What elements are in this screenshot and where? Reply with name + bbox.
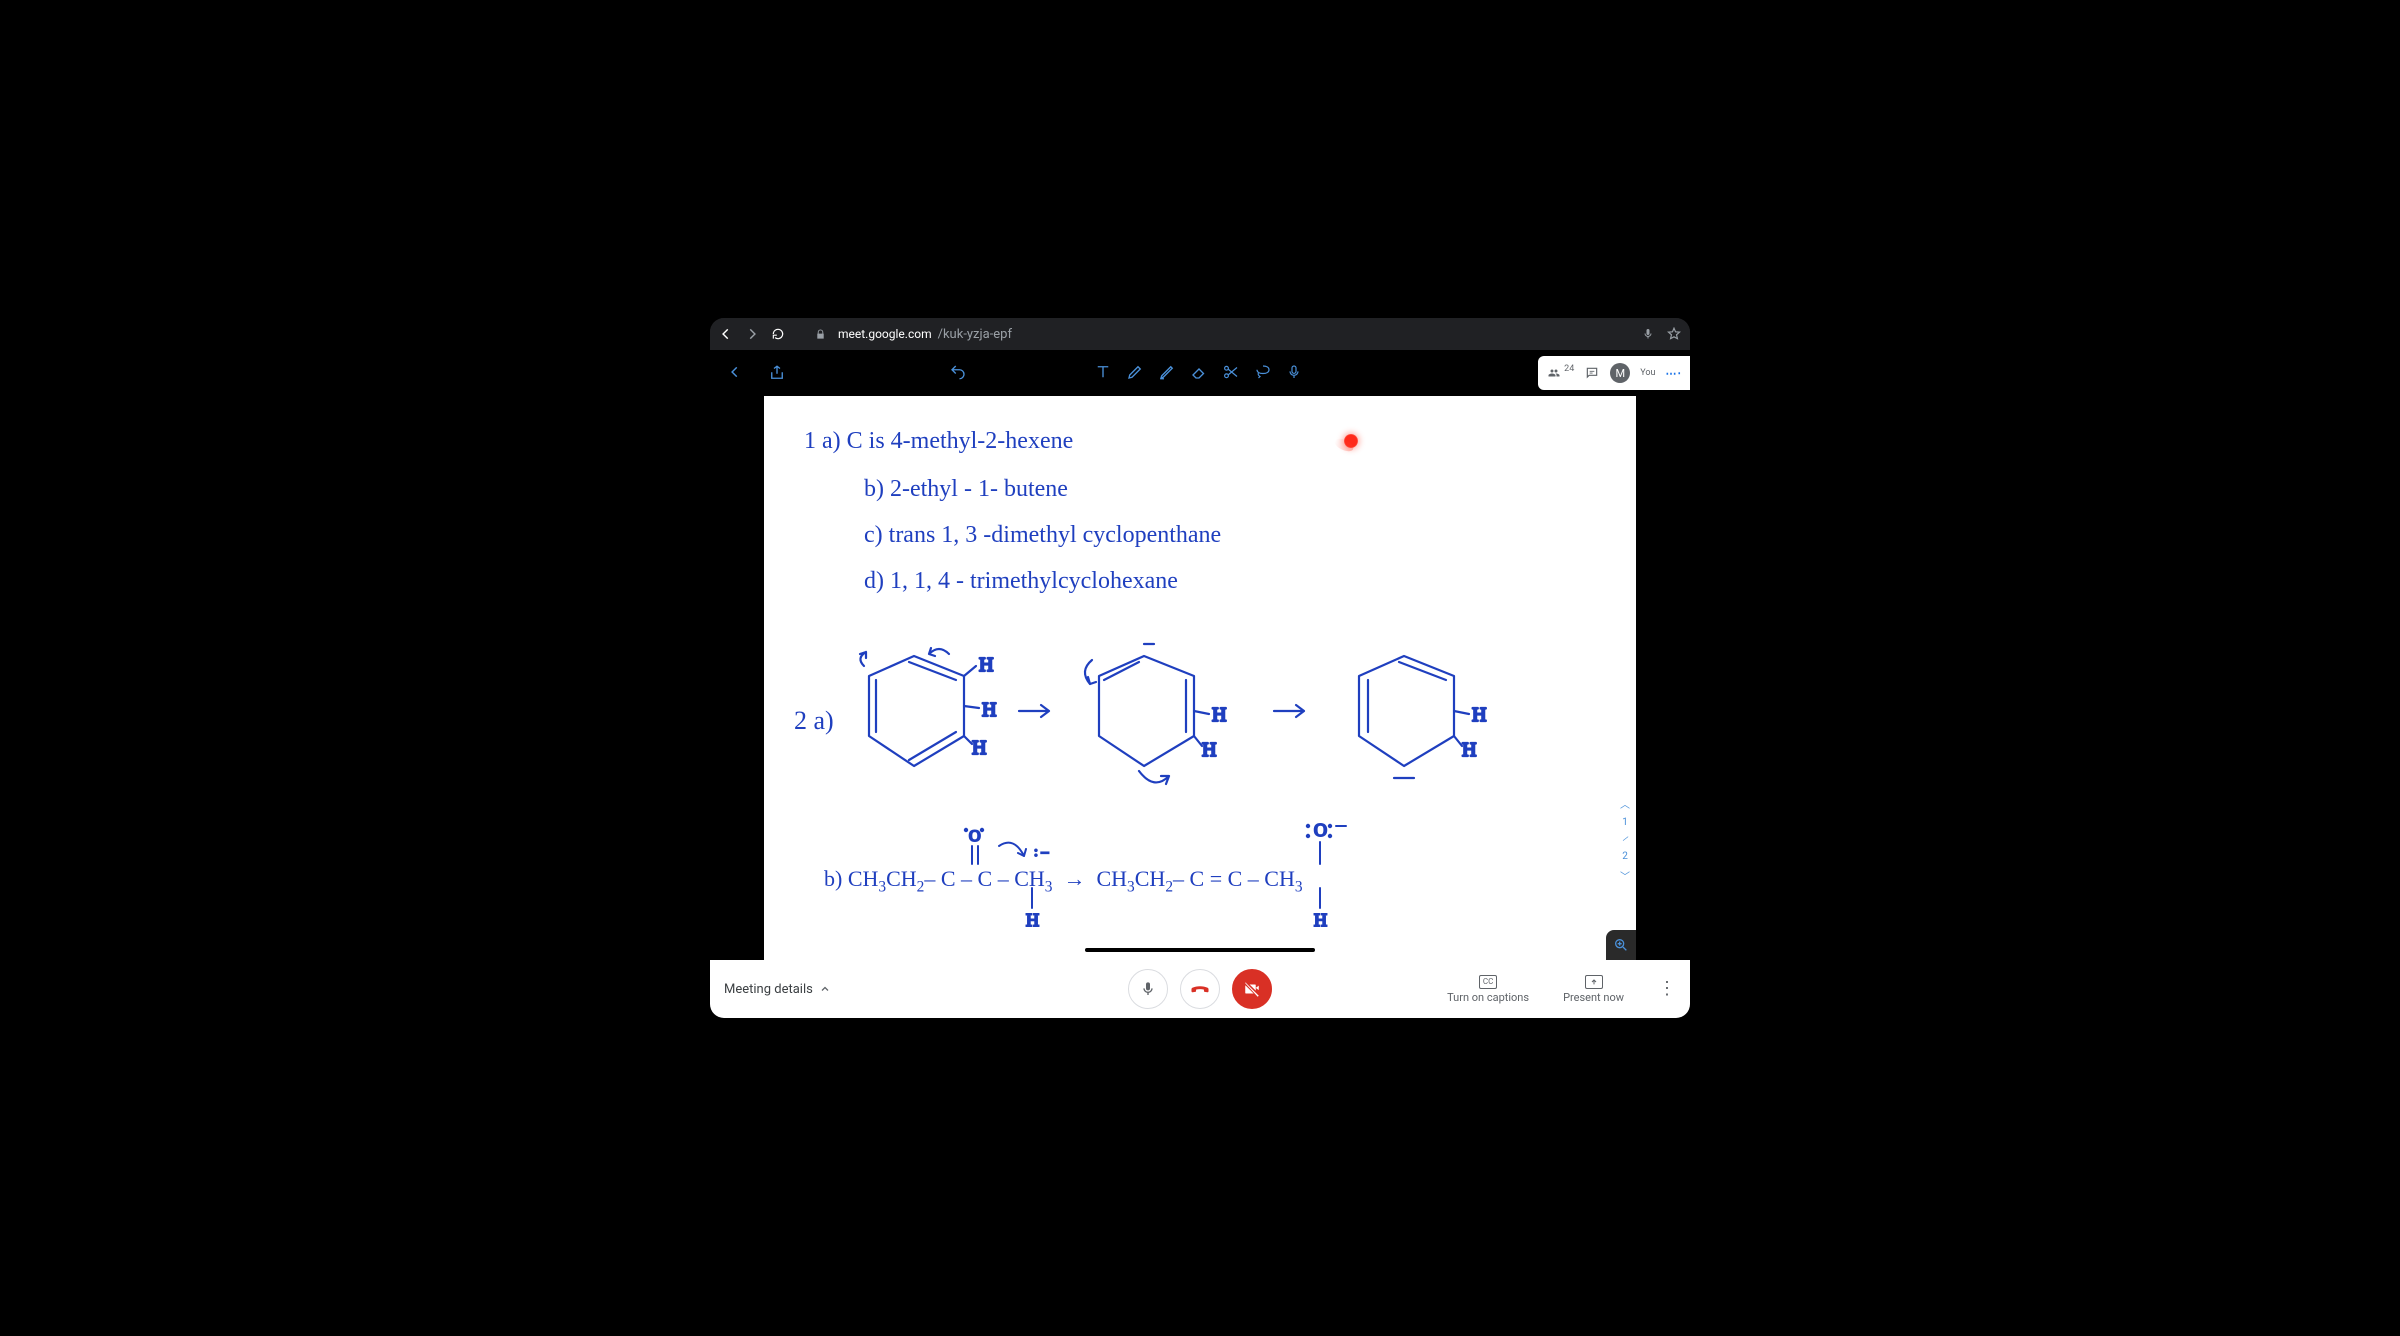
voice-search-icon[interactable] <box>1640 326 1656 342</box>
answer-1c: c) trans 1, 3 -dimethyl cyclopenthane <box>864 522 1221 549</box>
answer-1b: b) 2-ethyl - 1- butene <box>864 476 1068 503</box>
share-icon[interactable] <box>768 363 788 383</box>
chevron-down-icon[interactable]: ﹀ <box>1620 868 1630 883</box>
highlighter-tool-icon[interactable] <box>1158 363 1178 383</box>
bookmark-star-icon[interactable] <box>1666 326 1682 342</box>
svg-text:H: H <box>972 737 986 759</box>
lasso-tool-icon[interactable] <box>1254 363 1274 383</box>
svg-text:H: H <box>979 654 993 676</box>
drag-handle[interactable] <box>1085 948 1315 952</box>
laser-pointer <box>1344 434 1358 448</box>
you-label: You <box>1640 368 1655 378</box>
svg-text:H: H <box>1462 739 1476 761</box>
handwritten-content: 1 a) C is 4-methyl-2-hexene b) 2-ethyl -… <box>764 396 1636 960</box>
svg-text:O: O <box>969 828 981 845</box>
participants-panel[interactable]: 24 M You ⋯⋅ <box>1538 356 1690 390</box>
formula-annotations: O : – H O <box>824 816 1524 946</box>
meeting-details-button[interactable]: Meeting details <box>724 982 831 997</box>
avatar: M <box>1610 363 1630 383</box>
eraser-tool-icon[interactable] <box>1190 363 1210 383</box>
whiteboard[interactable]: 1 a) C is 4-methyl-2-hexene b) 2-ethyl -… <box>764 396 1636 960</box>
zoom-in-icon[interactable] <box>1606 930 1636 960</box>
meet-window: meet.google.com/kuk-yzja-epf 24 M You ⋯⋅ <box>710 318 1690 1018</box>
undo-icon[interactable] <box>948 363 968 383</box>
chat-icon[interactable] <box>1584 366 1600 380</box>
more-dots-icon[interactable]: ⋯⋅ <box>1666 367 1683 380</box>
svg-text:H: H <box>1314 910 1327 930</box>
lock-icon <box>812 326 828 342</box>
svg-text:O: O <box>1314 820 1327 840</box>
captions-icon: CC <box>1479 975 1497 989</box>
forward-button[interactable] <box>744 326 760 342</box>
back-button[interactable] <box>718 326 734 342</box>
svg-text:H: H <box>982 699 996 721</box>
reload-button[interactable] <box>770 326 786 342</box>
presentation-stage: 1 a) C is 4-methyl-2-hexene b) 2-ethyl -… <box>710 396 1690 960</box>
more-options-button[interactable]: ⋮ <box>1658 985 1676 992</box>
url-path: /kuk-yzja-epf <box>938 327 1012 342</box>
resonance-diagram: H H H <box>854 636 1574 806</box>
answer-1a: 1 a) C is 4-methyl-2-hexene <box>804 428 1073 455</box>
text-tool-icon[interactable] <box>1094 363 1114 383</box>
present-button[interactable]: Present now <box>1563 975 1624 1004</box>
camera-toggle-button[interactable] <box>1232 969 1272 1009</box>
question-2a-label: 2 a) <box>794 706 834 736</box>
url-bar[interactable]: meet.google.com/kuk-yzja-epf <box>838 327 1630 342</box>
svg-text:H: H <box>1026 910 1039 930</box>
meet-bottom-bar: Meeting details CC Turn on captions <box>710 960 1690 1018</box>
svg-text:: –: : – <box>1034 845 1049 860</box>
svg-text:H: H <box>1472 704 1486 726</box>
url-host: meet.google.com <box>838 327 932 341</box>
svg-text:H: H <box>1202 739 1216 761</box>
captions-button[interactable]: CC Turn on captions <box>1447 975 1529 1004</box>
answer-1d: d) 1, 1, 4 - trimethylcyclohexane <box>864 568 1178 595</box>
svg-text:H: H <box>1212 704 1226 726</box>
back-icon[interactable] <box>728 363 748 383</box>
pen-tool-icon[interactable] <box>1126 363 1146 383</box>
browser-bar: meet.google.com/kuk-yzja-epf <box>710 318 1690 350</box>
scissors-tool-icon[interactable] <box>1222 363 1242 383</box>
page-indicator[interactable]: ︿ 1 ⁄ 2 ﹀ <box>1620 796 1630 883</box>
mic-toggle-button[interactable] <box>1128 969 1168 1009</box>
participant-count: 24 <box>1546 367 1574 379</box>
mic-tool-icon[interactable] <box>1286 363 1306 383</box>
present-icon <box>1585 975 1603 989</box>
hang-up-button[interactable] <box>1180 969 1220 1009</box>
chevron-up-icon[interactable]: ︿ <box>1620 796 1630 811</box>
